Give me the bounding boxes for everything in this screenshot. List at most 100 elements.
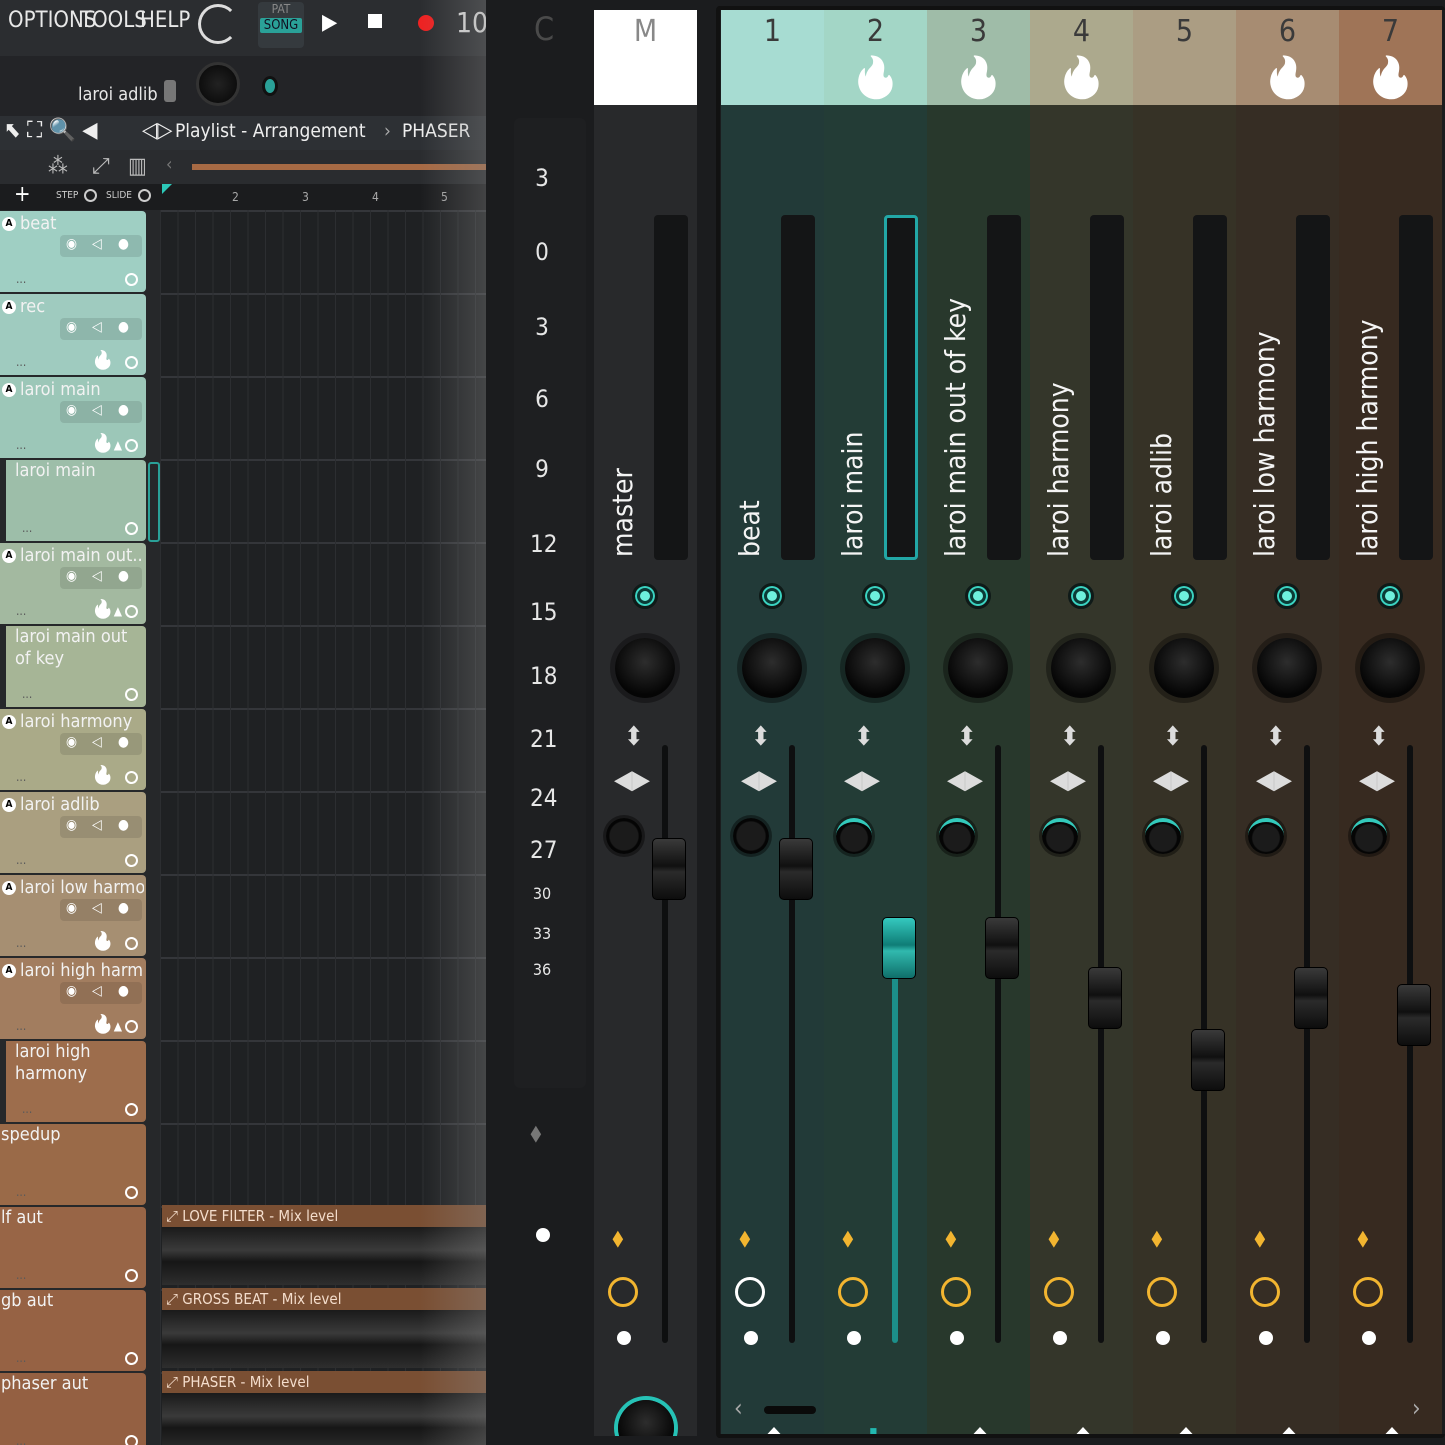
automation-clip[interactable]: ⤢ GROSS BEAT - Mix level: [162, 1288, 486, 1368]
stereo-sep-knob[interactable]: [836, 818, 872, 854]
clock-icon[interactable]: [608, 1277, 638, 1307]
record-icon[interactable]: [418, 15, 434, 31]
automation-clip[interactable]: ⤢ LOVE FILTER - Mix level: [162, 1205, 486, 1285]
scroll-right-icon[interactable]: ›: [1412, 1394, 1421, 1422]
track-solo-icon[interactable]: ●: [118, 817, 129, 833]
send-down-arrow-icon[interactable]: ⬇: [862, 1423, 885, 1436]
mixer-channel-6[interactable]: 6 🔥 laroi low harmony ⬍ ◀▶ ⬧: [1236, 10, 1339, 1436]
tempo-display[interactable]: 10: [456, 6, 486, 39]
stereo-icon[interactable]: ◀▶: [1153, 765, 1189, 795]
arm-dot[interactable]: [1156, 1331, 1170, 1345]
current-dot[interactable]: [536, 1228, 550, 1242]
timeline-ruler[interactable]: + STEP SLIDE: [0, 182, 486, 210]
menu-help[interactable]: HELP: [140, 8, 190, 33]
track-header[interactable]: Alaroi low harmo..... ◉ ◁ ● 🔥: [0, 875, 146, 956]
mixer-channel-7[interactable]: 7 🔥 laroi high harmony ⬍ ◀▶ ⬧: [1339, 10, 1442, 1436]
step-toggle[interactable]: [84, 189, 97, 202]
track-header[interactable]: gb aut...: [0, 1290, 146, 1371]
channel-header[interactable]: 3 🔥: [927, 10, 1030, 105]
master-strip[interactable]: Mmaster ⬍ ◀▶ ⬧: [594, 10, 697, 1436]
swap-vertical-icon[interactable]: ⬍: [957, 723, 977, 751]
track-speaker-icon[interactable]: ◁: [92, 734, 102, 750]
route-indicator-icon[interactable]: [632, 583, 658, 609]
track-mute-icon[interactable]: ◉: [66, 236, 77, 252]
send-up-icon[interactable]: [1379, 1427, 1405, 1436]
send-up-icon[interactable]: [967, 1427, 993, 1436]
arm-dot[interactable]: [744, 1331, 758, 1345]
channel-name[interactable]: laroi main out of key: [939, 298, 972, 557]
channel-header[interactable]: 1: [721, 10, 824, 105]
volume-fader[interactable]: [779, 838, 813, 901]
pan-knob[interactable]: [1051, 638, 1111, 698]
swap-vertical-icon[interactable]: ⬍: [1369, 723, 1389, 751]
track-header[interactable]: Alaroi harmony... ◉ ◁ ● 🔥: [0, 709, 146, 790]
waveform-icon[interactable]: ⁂: [48, 154, 68, 179]
speaker-icon[interactable]: ◁▷: [142, 118, 172, 143]
piano-icon[interactable]: ▥: [128, 154, 147, 179]
channel-header[interactable]: 7 🔥: [1339, 10, 1442, 105]
route-indicator-icon[interactable]: [1068, 583, 1094, 609]
mixer-channel-3[interactable]: 3 🔥 laroi main out of key ⬍ ◀▶ ⬧: [927, 10, 1030, 1436]
stereo-sep-knob[interactable]: [1351, 818, 1387, 854]
pan-knob[interactable]: [615, 638, 675, 698]
track-select-icon[interactable]: [125, 854, 138, 867]
slide-toggle[interactable]: [138, 189, 151, 202]
route-indicator-icon[interactable]: [759, 583, 785, 609]
track-speaker-icon[interactable]: ◁: [92, 319, 102, 335]
swap-vertical-icon[interactable]: ⬍: [1163, 723, 1183, 751]
automation-clip[interactable]: ⤢ PHASER - Mix level: [162, 1371, 486, 1445]
channel-header[interactable]: 2 🔥: [824, 10, 927, 105]
channel-name[interactable]: beat: [733, 500, 766, 557]
mixer-scrollbar[interactable]: [764, 1406, 816, 1414]
expand-up-icon[interactable]: ▲: [114, 1019, 122, 1033]
track-header[interactable]: Arec... ◉ ◁ ● 🔥: [0, 294, 146, 375]
track-select-icon[interactable]: [125, 1352, 138, 1365]
automation-icon[interactable]: ⤢: [92, 154, 110, 179]
track-header[interactable]: Abeat... ◉ ◁ ●: [0, 211, 146, 292]
track-header[interactable]: Alaroi main... ◉ ◁ ● 🔥 ▲: [0, 377, 146, 458]
channel-name[interactable]: master: [606, 468, 639, 557]
clock-icon[interactable]: [1353, 1277, 1383, 1307]
mixer-channel-2[interactable]: 2🔥laroi main⬍◀▶⬧⬇: [824, 10, 927, 1436]
track-select-icon[interactable]: [125, 439, 138, 452]
stereo-sep-knob[interactable]: [939, 818, 975, 854]
track-speaker-icon[interactable]: ◁: [92, 983, 102, 999]
track-mute-icon[interactable]: ◉: [66, 734, 77, 750]
route-indicator-icon[interactable]: [1274, 583, 1300, 609]
track-select-icon[interactable]: [125, 1186, 138, 1199]
track-select-icon[interactable]: [125, 356, 138, 369]
track-select-icon[interactable]: [125, 937, 138, 950]
tool-icons[interactable]: ⬉ ⛶ 🔍 ◀: [4, 118, 97, 143]
track-speaker-icon[interactable]: ◁: [92, 817, 102, 833]
route-indicator-icon[interactable]: [862, 583, 888, 609]
track-solo-icon[interactable]: ●: [118, 402, 129, 418]
pan-knob[interactable]: [1257, 638, 1317, 698]
arm-dot[interactable]: [1362, 1331, 1376, 1345]
clock-icon[interactable]: [838, 1277, 868, 1307]
stereo-icon[interactable]: ◀▶: [947, 765, 983, 795]
clock-icon[interactable]: [1250, 1277, 1280, 1307]
stereo-icon[interactable]: ◀▶: [1359, 765, 1395, 795]
clock-icon[interactable]: [941, 1277, 971, 1307]
channel-name[interactable]: laroi main: [836, 431, 869, 557]
track-header[interactable]: laroi main...: [6, 460, 146, 541]
track-select-icon[interactable]: [125, 1103, 138, 1116]
channel-name[interactable]: laroi adlib: [1145, 433, 1178, 557]
mixer-channel-4[interactable]: 4 🔥 laroi harmony ⬍ ◀▶ ⬧: [1030, 10, 1133, 1436]
track-speaker-icon[interactable]: ◁: [92, 900, 102, 916]
timeline-overview[interactable]: [192, 164, 486, 170]
channel-header[interactable]: 5: [1133, 10, 1236, 105]
volume-fader[interactable]: [1191, 1028, 1225, 1091]
scroll-left-icon[interactable]: ‹: [166, 154, 172, 175]
volume-fader[interactable]: [1088, 967, 1122, 1029]
track-speaker-icon[interactable]: ◁: [92, 568, 102, 584]
stereo-icon[interactable]: ◀▶: [614, 765, 650, 795]
arm-dot[interactable]: [847, 1331, 861, 1345]
track-select-icon[interactable]: [125, 273, 138, 286]
fx-lamp-icon[interactable]: ⬧: [1151, 1223, 1163, 1254]
channel-name[interactable]: laroi low harmony: [1248, 331, 1281, 557]
main-knob-icon[interactable]: [196, 62, 240, 106]
swap-vertical-icon[interactable]: ⬍: [1060, 723, 1080, 751]
arm-dot[interactable]: [950, 1331, 964, 1345]
add-track-icon[interactable]: +: [14, 182, 31, 207]
